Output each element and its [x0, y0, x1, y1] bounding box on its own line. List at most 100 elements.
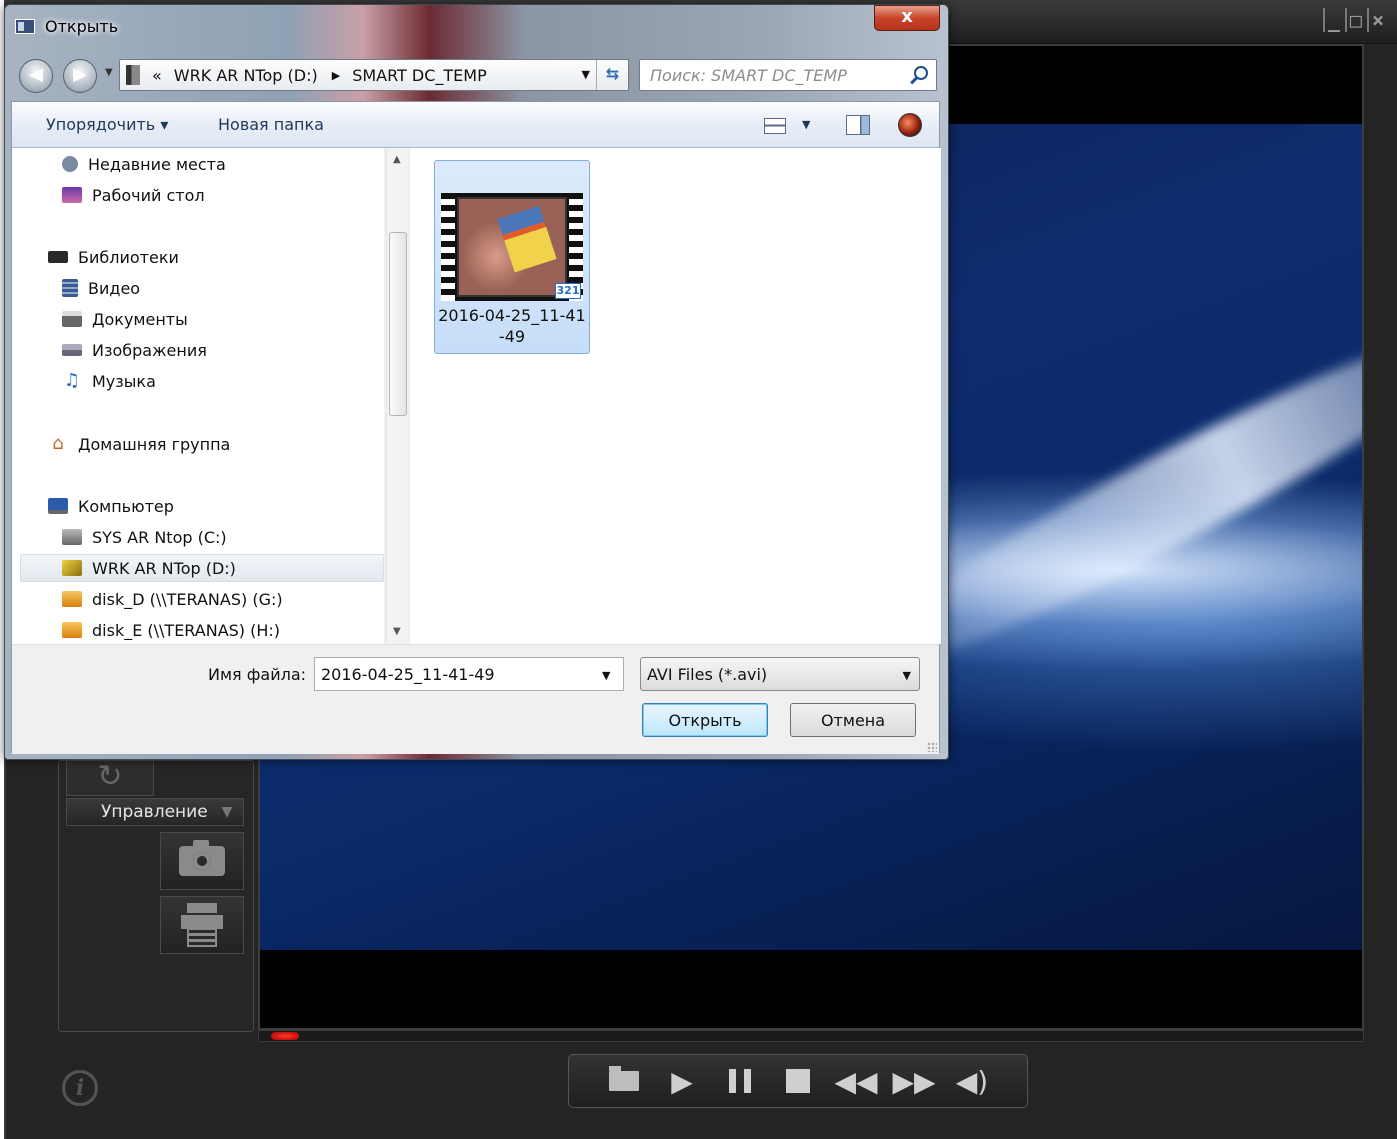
nav-item-homegroup[interactable]: ⌂ Домашняя группа: [48, 431, 230, 457]
nav-item-music[interactable]: ♫ Музыка: [62, 368, 156, 394]
file-list-pane: 321 2016-04-25_11-41 -49: [410, 148, 941, 644]
seek-thumb[interactable]: [271, 1032, 299, 1040]
file-item-selected[interactable]: 321 2016-04-25_11-41 -49: [434, 160, 590, 354]
nav-item-label: Видео: [88, 278, 141, 298]
resize-grip-icon[interactable]: [927, 742, 937, 752]
breadcrumb-chevron-icon[interactable]: ▶: [332, 69, 340, 82]
back-arrow-icon: ◀: [29, 64, 43, 85]
nav-item-video[interactable]: Видео: [62, 275, 140, 301]
volume-button[interactable]: ◀): [954, 1064, 990, 1098]
chevron-down-icon: ▼: [902, 669, 911, 682]
filename-dropdown-icon[interactable]: ▼: [602, 669, 610, 682]
help-icon[interactable]: [898, 113, 922, 137]
nav-item-documents[interactable]: Документы: [62, 306, 188, 332]
forward-button[interactable]: ▶: [63, 59, 97, 93]
breadcrumb-folder[interactable]: SMART DC_TEMP: [352, 66, 487, 85]
homegroup-icon: ⌂: [52, 433, 64, 454]
nav-item-drive-d[interactable]: WRK AR NTop (D:): [20, 554, 384, 582]
address-dropdown-icon[interactable]: ▼: [582, 68, 590, 81]
scroll-thumb[interactable]: [389, 232, 407, 416]
refresh-icon[interactable]: ⇆: [596, 60, 628, 90]
view-options-dropdown-icon[interactable]: ▼: [802, 118, 810, 131]
printer-icon: [181, 903, 223, 947]
manage-label: Управление: [101, 802, 208, 822]
rewind-button[interactable]: ◀◀: [834, 1065, 877, 1098]
new-folder-button[interactable]: Новая папка: [218, 115, 324, 134]
address-overflow[interactable]: «: [152, 66, 162, 85]
libraries-icon: [48, 251, 68, 263]
nav-item-libraries[interactable]: Библиотеки: [48, 244, 179, 270]
drive-c-icon: [62, 529, 82, 545]
fast-forward-icon: ▶▶: [892, 1064, 936, 1098]
network-drive-h-icon: [62, 622, 82, 638]
file-name-line-1: 2016-04-25_11-41: [438, 306, 586, 325]
snapshot-button[interactable]: [160, 832, 244, 890]
nav-pane-scrollbar[interactable]: ▲ ▼: [386, 148, 408, 644]
fast-forward-button[interactable]: ▶▶: [892, 1065, 935, 1098]
player-close-button[interactable]: ×: [1366, 8, 1387, 32]
back-button[interactable]: ◀: [19, 59, 53, 93]
dialog-footer: Имя файла: ▼ AVI Files (*.avi) ▼ Открыть…: [12, 644, 939, 754]
open-folder-button[interactable]: [606, 1065, 642, 1097]
address-bar[interactable]: « WRK AR NTop (D:) ▶ SMART DC_TEMP ▼ ⇆: [119, 59, 629, 91]
camera-icon: [179, 840, 225, 876]
rotate-button[interactable]: ↻: [66, 760, 154, 796]
open-file-dialog: Открыть x ◀ ▶ ▼ « WRK AR NTop (D:) ▶ SMA…: [4, 4, 949, 760]
video-thumbnail: 321: [441, 193, 583, 301]
maximize-button[interactable]: □: [1344, 8, 1365, 32]
nav-item-label: disk_E (\\TERANAS) (H:): [92, 620, 281, 640]
scroll-up-icon[interactable]: ▲: [393, 154, 401, 165]
search-input[interactable]: Поиск: SMART DC_TEMP: [639, 59, 937, 91]
preview-pane-icon[interactable]: [846, 115, 870, 135]
dialog-client-area: Упорядочить ▾ Новая папка ▼ Недавние мес…: [11, 101, 941, 754]
filename-field[interactable]: [314, 657, 624, 691]
file-name-label: 2016-04-25_11-41 -49: [435, 305, 589, 347]
desktop-icon: [62, 187, 82, 203]
filetype-value: AVI Files (*.avi): [647, 664, 768, 684]
pause-button[interactable]: [722, 1065, 758, 1097]
dialog-app-icon: [15, 19, 35, 34]
dialog-close-button[interactable]: x: [874, 5, 940, 31]
play-button[interactable]: ▶: [664, 1065, 700, 1098]
nav-item-label: Недавние места: [88, 154, 226, 174]
minimize-button[interactable]: _: [1322, 8, 1343, 32]
stop-button[interactable]: [780, 1065, 816, 1097]
filetype-select[interactable]: AVI Files (*.avi) ▼: [640, 657, 920, 691]
search-placeholder: Поиск: SMART DC_TEMP: [650, 65, 847, 85]
nav-item-computer[interactable]: Компьютер: [48, 493, 174, 519]
open-button[interactable]: Открыть: [642, 703, 768, 737]
history-dropdown-icon[interactable]: ▼: [105, 67, 113, 78]
open-folder-icon: [609, 1066, 639, 1091]
nav-item-label: Библиотеки: [78, 247, 179, 267]
info-icon[interactable]: i: [62, 1070, 98, 1106]
manage-dropdown[interactable]: Управление ▼: [66, 798, 244, 826]
breadcrumb-drive[interactable]: WRK AR NTop (D:): [174, 66, 318, 85]
dialog-title-bar: Открыть x: [5, 5, 948, 47]
command-bar: Упорядочить ▾ Новая папка ▼: [12, 102, 939, 148]
stop-icon: [786, 1069, 810, 1093]
nav-item-network-drive-h[interactable]: disk_E (\\TERANAS) (H:): [62, 617, 280, 643]
nav-item-recent-places[interactable]: Недавние места: [62, 151, 226, 177]
cancel-button[interactable]: Отмена: [790, 703, 916, 737]
film-strip-left: [441, 193, 455, 301]
organize-button[interactable]: Упорядочить ▾: [46, 115, 168, 134]
network-drive-g-icon: [62, 591, 82, 607]
nav-item-desktop[interactable]: Рабочий стол: [62, 182, 205, 208]
video-icon: [62, 279, 78, 297]
nav-item-label: WRK AR NTop (D:): [92, 558, 236, 578]
change-view-icon[interactable]: [764, 118, 786, 134]
nav-item-label: disk_D (\\TERANAS) (G:): [92, 589, 283, 609]
nav-item-drive-c[interactable]: SYS AR Ntop (C:): [62, 524, 227, 550]
search-icon[interactable]: [914, 66, 928, 80]
scroll-down-icon[interactable]: ▼: [393, 626, 401, 637]
nav-item-pictures[interactable]: Изображения: [62, 337, 207, 363]
nav-item-label: Музыка: [92, 371, 156, 391]
nav-item-label: Домашняя группа: [78, 434, 231, 454]
volume-icon: ◀): [955, 1064, 989, 1098]
nav-item-network-drive-g[interactable]: disk_D (\\TERANAS) (G:): [62, 586, 283, 612]
print-button[interactable]: [160, 896, 244, 954]
music-icon: ♫: [63, 370, 81, 391]
seek-bar[interactable]: [258, 1030, 1364, 1042]
rewind-icon: ◀◀: [834, 1064, 878, 1098]
drive-d-icon: [62, 560, 82, 576]
